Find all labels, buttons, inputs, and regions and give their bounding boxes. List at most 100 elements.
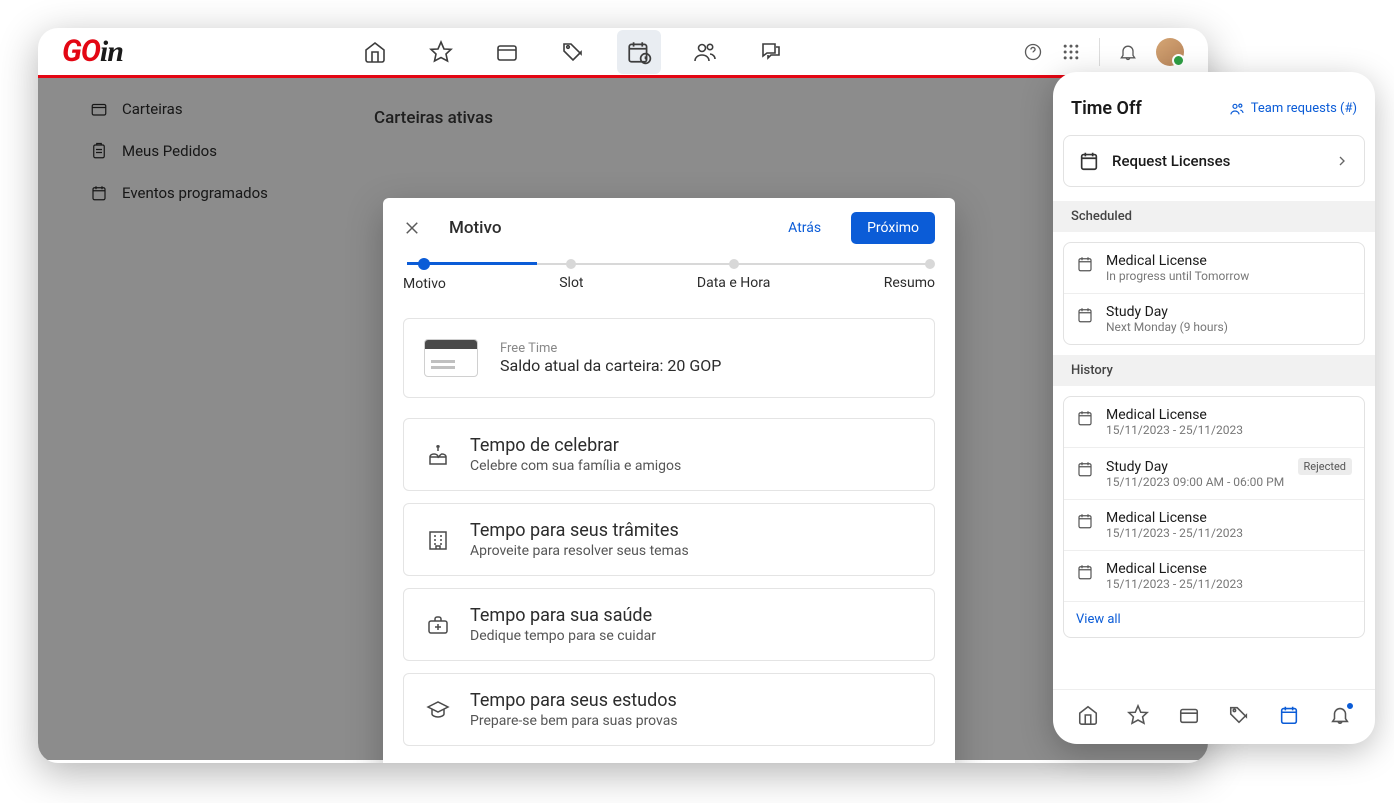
footer-calendar[interactable] (1278, 704, 1300, 726)
reason-sub: Dedique tempo para se cuidar (470, 628, 656, 644)
header-divider (1099, 38, 1100, 66)
desktop-body: Carteiras Meus Pedidos Eventos programad… (38, 78, 1208, 760)
scheduled-header: Scheduled (1053, 201, 1375, 232)
request-licenses-label: Request Licenses (1112, 152, 1322, 170)
building-icon (426, 528, 450, 552)
item-sub: 15/11/2023 09:00 AM - 06:00 PM (1106, 475, 1352, 489)
item-sub: 15/11/2023 - 25/11/2023 (1106, 526, 1352, 540)
nav-wallet[interactable] (485, 30, 529, 74)
scheduled-list: Medical License In progress until Tomorr… (1063, 242, 1365, 345)
reason-celebrate[interactable]: Tempo de celebrar Celebre com sua famíli… (403, 418, 935, 491)
view-all-link[interactable]: View all (1064, 602, 1364, 637)
item-name: Medical License (1106, 407, 1352, 423)
nav-calendar[interactable] (617, 30, 661, 74)
footer-home[interactable] (1077, 704, 1099, 726)
item-name: Study Day (1106, 459, 1168, 475)
footer-wallet[interactable] (1178, 704, 1200, 726)
history-list: Medical License 15/11/2023 - 25/11/2023 … (1063, 396, 1365, 638)
logo-go: GO (62, 34, 100, 69)
header-right (1023, 38, 1184, 66)
modal-title: Motivo (449, 218, 758, 238)
tag-icon (561, 40, 585, 64)
desktop-header: GOin (38, 28, 1208, 78)
step-motivo: Motivo (403, 258, 446, 292)
footer-star[interactable] (1127, 704, 1149, 726)
item-sub: 15/11/2023 - 25/11/2023 (1106, 577, 1352, 591)
back-button[interactable]: Atrás (776, 212, 833, 244)
list-item[interactable]: Medical License In progress until Tomorr… (1064, 243, 1364, 294)
item-sub: 15/11/2023 - 25/11/2023 (1106, 423, 1352, 437)
chat-icon (759, 40, 783, 64)
list-item[interactable]: Medical License 15/11/2023 - 25/11/2023 (1064, 500, 1364, 551)
card-icon (424, 339, 478, 377)
list-item[interactable]: Medical License 15/11/2023 - 25/11/2023 (1064, 551, 1364, 602)
step-resumo: Resumo (884, 259, 935, 291)
item-name: Medical License (1106, 510, 1352, 526)
stepper: Motivo Slot Data e Hora Resumo (383, 258, 955, 302)
mobile-header: Time Off Team requests (#) (1053, 72, 1375, 135)
desktop-window: GOin (38, 28, 1208, 763)
nav-home[interactable] (353, 30, 397, 74)
item-sub: In progress until Tomorrow (1106, 269, 1249, 283)
request-licenses-button[interactable]: Request Licenses (1063, 135, 1365, 187)
calendar-icon (1076, 460, 1094, 478)
balance-label: Free Time (500, 341, 721, 356)
reason-tramites[interactable]: Tempo para seus trâmites Aproveite para … (403, 503, 935, 576)
list-item[interactable]: Study Day Rejected 15/11/2023 09:00 AM -… (1064, 448, 1364, 500)
reason-estudos[interactable]: Tempo para seus estudos Prepare-se bem p… (403, 673, 935, 746)
nav-chat[interactable] (749, 30, 793, 74)
team-requests-link[interactable]: Team requests (#) (1229, 101, 1357, 117)
medkit-icon (426, 613, 450, 637)
wallet-icon (495, 40, 519, 64)
chevron-right-icon (1334, 153, 1350, 169)
item-name: Medical License (1106, 253, 1249, 269)
calendar-clock-icon (626, 39, 652, 65)
help-icon[interactable] (1023, 42, 1043, 62)
apps-icon[interactable] (1061, 42, 1081, 62)
balance-card: Free Time Saldo atual da carteira: 20 GO… (403, 318, 935, 398)
close-button[interactable] (403, 219, 421, 237)
balance-text: Saldo atual da carteira: 20 GOP (500, 356, 721, 375)
nav-people[interactable] (683, 30, 727, 74)
footer-bell[interactable] (1329, 704, 1351, 726)
reason-title: Tempo de celebrar (470, 435, 681, 456)
nav-star[interactable] (419, 30, 463, 74)
footer-tag[interactable] (1228, 704, 1250, 726)
modal-motivo: Motivo Atrás Próximo Motivo Slot Data e … (383, 198, 955, 763)
status-badge: Rejected (1298, 458, 1352, 475)
modal-header: Motivo Atrás Próximo (383, 198, 955, 258)
item-name: Medical License (1106, 561, 1352, 577)
star-icon (429, 40, 453, 64)
reason-sub: Aproveite para resolver seus temas (470, 543, 689, 559)
list-item[interactable]: Study Day Next Monday (9 hours) (1064, 294, 1364, 344)
calendar-icon (1076, 409, 1094, 427)
reason-sub: Prepare-se bem para suas provas (470, 713, 678, 729)
logo-in: in (100, 35, 123, 68)
mobile-panel: Time Off Team requests (#) Request Licen… (1053, 72, 1375, 744)
reason-sub: Celebre com sua família e amigos (470, 458, 681, 474)
notification-dot (1346, 702, 1354, 710)
mobile-footer (1053, 689, 1375, 744)
cake-icon (426, 443, 450, 467)
modal-content: Free Time Saldo atual da carteira: 20 GO… (383, 302, 955, 763)
calendar-icon (1076, 255, 1094, 273)
calendar-icon (1076, 512, 1094, 530)
avatar[interactable] (1156, 38, 1184, 66)
people-icon (1229, 101, 1245, 117)
reason-title: Tempo para seus estudos (470, 690, 678, 711)
reason-saude[interactable]: Tempo para sua saúde Dedique tempo para … (403, 588, 935, 661)
reason-title: Tempo para seus trâmites (470, 520, 689, 541)
calendar-icon (1078, 150, 1100, 172)
logo: GOin (62, 34, 123, 69)
bell-icon[interactable] (1118, 42, 1138, 62)
calendar-icon (1076, 563, 1094, 581)
step-slot: Slot (559, 259, 583, 291)
people-icon (693, 40, 717, 64)
item-sub: Next Monday (9 hours) (1106, 320, 1228, 334)
mobile-title: Time Off (1071, 98, 1142, 119)
calendar-icon (1076, 306, 1094, 324)
list-item[interactable]: Medical License 15/11/2023 - 25/11/2023 (1064, 397, 1364, 448)
step-data: Data e Hora (697, 259, 770, 291)
nav-tag[interactable] (551, 30, 595, 74)
next-button[interactable]: Próximo (851, 212, 935, 244)
